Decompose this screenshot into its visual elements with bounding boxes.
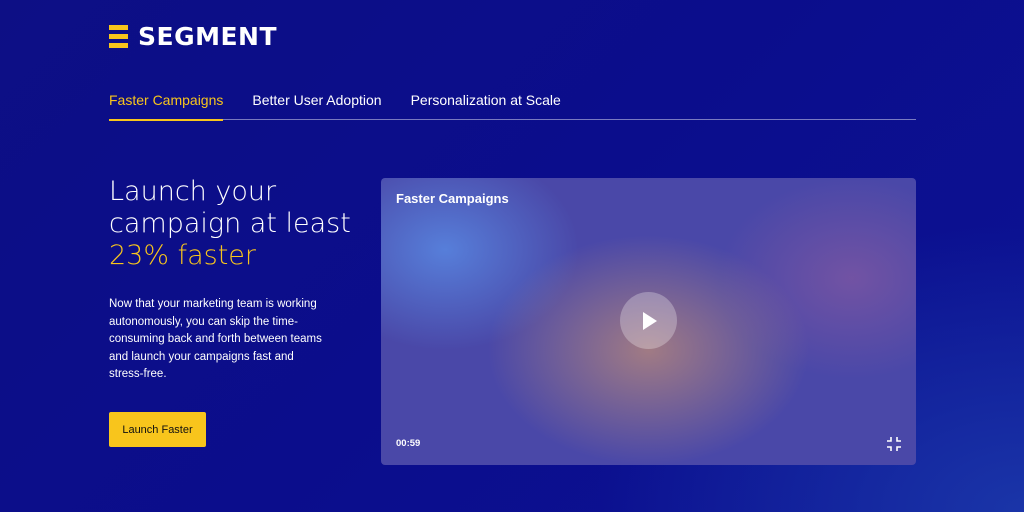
collapse-icon <box>887 437 901 451</box>
tab-faster-campaigns[interactable]: Faster Campaigns <box>109 88 224 121</box>
hero-description: Now that your marketing team is working … <box>109 298 322 380</box>
play-icon <box>642 311 657 330</box>
video-player[interactable]: Faster Campaigns 00:59 <box>381 178 916 465</box>
segment-logo[interactable]: SEGMENT <box>109 22 277 51</box>
hero-headline: Launch your campaign at least 23% faster <box>109 176 359 272</box>
collapse-button[interactable] <box>886 436 902 452</box>
play-button[interactable] <box>620 292 677 349</box>
three-bars-logo-icon <box>109 25 128 48</box>
headline-line-2: campaign at least <box>109 208 351 239</box>
tab-personalization-at-scale[interactable]: Personalization at Scale <box>411 88 561 120</box>
headline-line-1: Launch your <box>109 176 277 207</box>
video-title: Faster Campaigns <box>396 191 509 206</box>
tab-better-user-adoption[interactable]: Better User Adoption <box>252 88 381 120</box>
launch-faster-button[interactable]: Launch Faster <box>109 412 206 447</box>
video-duration: 00:59 <box>396 438 421 449</box>
tab-bar: Faster Campaigns Better User Adoption Pe… <box>109 88 916 121</box>
headline-accent: 23% faster <box>109 240 257 271</box>
brand-name: SEGMENT <box>138 22 278 51</box>
